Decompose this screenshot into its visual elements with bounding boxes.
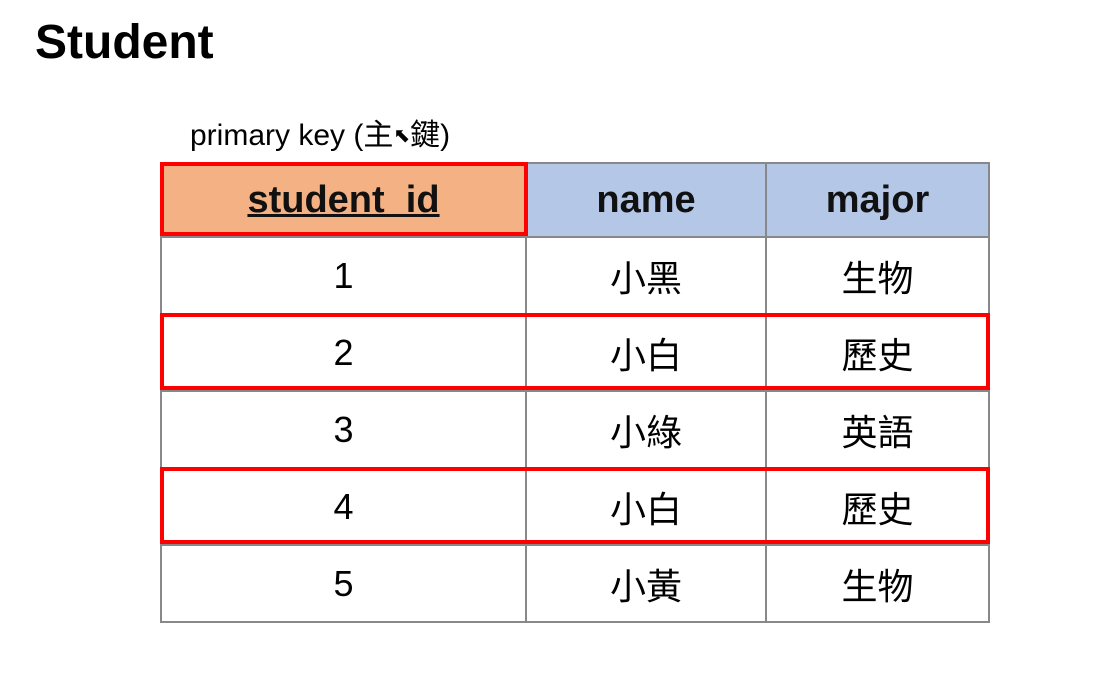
header-name: name bbox=[526, 163, 766, 237]
cell-id: 4 bbox=[161, 468, 526, 545]
cell-major: 生物 bbox=[766, 545, 989, 622]
cursor-icon: ⬉ bbox=[393, 123, 410, 148]
cell-name: 小白 bbox=[526, 468, 766, 545]
cell-name: 小白 bbox=[526, 314, 766, 391]
table-header-row: student_id name major bbox=[161, 163, 989, 237]
cell-major: 生物 bbox=[766, 237, 989, 314]
page-title: Student bbox=[35, 15, 1065, 70]
cell-major: 歷史 bbox=[766, 314, 989, 391]
cell-name: 小黑 bbox=[526, 237, 766, 314]
student-table-container: student_id name major 1 小黑 生物 2 小白 歷史 3 bbox=[160, 162, 988, 623]
table-row: 2 小白 歷史 bbox=[161, 314, 989, 391]
primary-key-label: primary key (主⬉鍵) bbox=[190, 110, 1065, 154]
table-row: 1 小黑 生物 bbox=[161, 237, 989, 314]
table-row: 5 小黃 生物 bbox=[161, 545, 989, 622]
cell-name: 小綠 bbox=[526, 391, 766, 468]
header-major: major bbox=[766, 163, 989, 237]
cell-id: 1 bbox=[161, 237, 526, 314]
cell-major: 英語 bbox=[766, 391, 989, 468]
table-section: primary key (主⬉鍵) student_id name major … bbox=[160, 110, 1065, 623]
cell-major: 歷史 bbox=[766, 468, 989, 545]
cell-id: 3 bbox=[161, 391, 526, 468]
cell-id: 2 bbox=[161, 314, 526, 391]
table-row: 3 小綠 英語 bbox=[161, 391, 989, 468]
header-student-id: student_id bbox=[161, 163, 526, 237]
student-table: student_id name major 1 小黑 生物 2 小白 歷史 3 bbox=[160, 162, 990, 623]
table-row: 4 小白 歷史 bbox=[161, 468, 989, 545]
pk-label-suffix: 鍵) bbox=[410, 119, 450, 152]
pk-label-prefix: primary key (主 bbox=[190, 119, 393, 152]
cell-id: 5 bbox=[161, 545, 526, 622]
cell-name: 小黃 bbox=[526, 545, 766, 622]
